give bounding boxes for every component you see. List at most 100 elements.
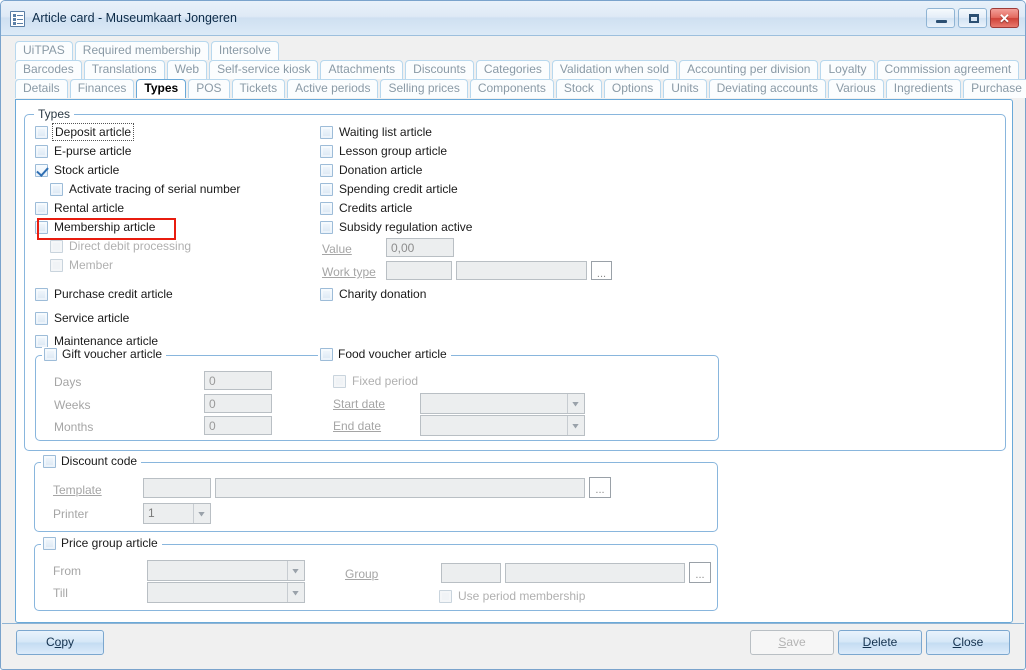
work-type-name-field[interactable] [456, 261, 587, 280]
tab-options[interactable]: Options [604, 79, 661, 98]
checkbox-service-article[interactable]: Service article [35, 311, 129, 325]
checkbox-credits-article[interactable]: Credits article [320, 201, 412, 215]
checkbox-activate-tracing-serial-number[interactable]: Activate tracing of serial number [50, 182, 240, 196]
tab-components[interactable]: Components [470, 79, 554, 98]
tab-uitpas[interactable]: UiTPAS [15, 41, 73, 60]
tab-finances[interactable]: Finances [70, 79, 135, 98]
tab-deviating-accounts[interactable]: Deviating accounts [709, 79, 826, 98]
checkbox-label: E-purse article [54, 144, 131, 158]
checkbox-box[interactable] [35, 335, 48, 348]
start-date-dropdown[interactable] [420, 393, 585, 414]
printer-dropdown[interactable]: 1 [143, 503, 211, 524]
checkbox-waiting-list-article[interactable]: Waiting list article [320, 125, 432, 139]
weeks-field[interactable]: 0 [204, 394, 272, 413]
tab-selling-prices[interactable]: Selling prices [380, 79, 467, 98]
checkbox-subsidy-regulation-active[interactable]: Subsidy regulation active [320, 220, 472, 234]
checkbox-box[interactable] [44, 348, 57, 361]
tab-discounts[interactable]: Discounts [405, 60, 474, 79]
end-date-dropdown[interactable] [420, 415, 585, 436]
minimize-button[interactable] [926, 8, 955, 28]
group-code-field[interactable] [441, 563, 501, 583]
chevron-down-icon[interactable] [287, 583, 304, 602]
tab-intersolve[interactable]: Intersolve [211, 41, 279, 60]
checkbox-box[interactable] [35, 288, 48, 301]
template-browse-button[interactable]: ... [589, 477, 611, 498]
work-type-browse-button[interactable]: ... [591, 261, 612, 280]
tab-purchase[interactable]: Purchase [963, 79, 1026, 98]
tab-types[interactable]: Types [136, 79, 186, 98]
save-button[interactable]: Save [750, 630, 834, 655]
template-name-field[interactable] [215, 478, 585, 498]
chevron-down-icon[interactable] [567, 416, 584, 435]
discount-code-legend[interactable]: Discount code [41, 454, 141, 468]
checkbox-box[interactable] [35, 145, 48, 158]
checkbox-spending-credit-article[interactable]: Spending credit article [320, 182, 458, 196]
checkbox-box[interactable] [35, 221, 48, 234]
tab-commission-agreement[interactable]: Commission agreement [877, 60, 1020, 79]
delete-button[interactable]: Delete [838, 630, 922, 655]
group-name-field[interactable] [505, 563, 685, 583]
chevron-down-icon[interactable] [567, 394, 584, 413]
tab-stock[interactable]: Stock [556, 79, 602, 98]
chevron-down-icon[interactable] [193, 504, 210, 523]
checkbox-box[interactable] [50, 183, 63, 196]
checkbox-box[interactable] [43, 455, 56, 468]
checkbox-box[interactable] [320, 288, 333, 301]
gift-voucher-legend[interactable]: Gift voucher article [42, 347, 166, 361]
tab-units[interactable]: Units [663, 79, 706, 98]
checkbox-box[interactable] [320, 202, 333, 215]
checkbox-box[interactable] [320, 183, 333, 196]
checkbox-deposit-article[interactable]: Deposit article [35, 125, 132, 139]
tab-translations[interactable]: Translations [84, 60, 165, 79]
checkbox-box[interactable] [43, 537, 56, 550]
tab-self-service-kiosk[interactable]: Self-service kiosk [209, 60, 318, 79]
close-window-button[interactable]: ✕ [990, 8, 1019, 28]
tab-loyalty[interactable]: Loyalty [820, 60, 874, 79]
till-dropdown[interactable] [147, 582, 305, 603]
tab-details[interactable]: Details [15, 79, 68, 98]
checkbox-membership-article[interactable]: Membership article [35, 220, 155, 234]
price-group-legend[interactable]: Price group article [41, 536, 162, 550]
tab-required-membership[interactable]: Required membership [75, 41, 209, 60]
checkbox-purchase-credit-article[interactable]: Purchase credit article [35, 287, 173, 301]
work-type-code-field[interactable] [386, 261, 452, 280]
maximize-button[interactable] [958, 8, 987, 28]
checkbox-maintenance-article[interactable]: Maintenance article [35, 334, 158, 348]
tab-active-periods[interactable]: Active periods [287, 79, 378, 98]
tab-categories[interactable]: Categories [476, 60, 550, 79]
checkbox-e-purse-article[interactable]: E-purse article [35, 144, 131, 158]
chevron-down-icon[interactable] [287, 561, 304, 580]
checkbox-lesson-group-article[interactable]: Lesson group article [320, 144, 447, 158]
checkbox-charity-donation[interactable]: Charity donation [320, 287, 426, 301]
checkbox-box[interactable] [35, 202, 48, 215]
template-code-field[interactable] [143, 478, 211, 498]
tab-pos[interactable]: POS [188, 79, 229, 98]
months-field[interactable]: 0 [204, 416, 272, 435]
checkbox-rental-article[interactable]: Rental article [35, 201, 124, 215]
checkbox-box[interactable] [35, 312, 48, 325]
checkbox-box[interactable] [35, 126, 48, 139]
food-voucher-legend[interactable]: Food voucher article [318, 347, 451, 361]
close-button[interactable]: Close [926, 630, 1010, 655]
checkbox-box[interactable] [320, 126, 333, 139]
tab-ingredients[interactable]: Ingredients [886, 79, 961, 98]
tab-tickets[interactable]: Tickets [232, 79, 286, 98]
group-browse-button[interactable]: ... [689, 562, 711, 583]
checkbox-box[interactable] [320, 145, 333, 158]
tab-attachments[interactable]: Attachments [320, 60, 403, 79]
checkbox-stock-article[interactable]: Stock article [35, 163, 119, 177]
checkbox-donation-article[interactable]: Donation article [320, 163, 422, 177]
tab-various[interactable]: Various [828, 79, 884, 98]
tab-accounting-per-division[interactable]: Accounting per division [679, 60, 818, 79]
checkbox-box[interactable] [35, 164, 48, 177]
tab-web[interactable]: Web [167, 60, 207, 79]
tab-validation-when-sold[interactable]: Validation when sold [552, 60, 677, 79]
checkbox-box[interactable] [320, 164, 333, 177]
from-dropdown[interactable] [147, 560, 305, 581]
tab-barcodes[interactable]: Barcodes [15, 60, 82, 79]
copy-button[interactable]: Copy [16, 630, 104, 655]
days-field[interactable]: 0 [204, 371, 272, 390]
value-field[interactable]: 0,00 [386, 238, 454, 257]
checkbox-box[interactable] [320, 221, 333, 234]
checkbox-box[interactable] [320, 348, 333, 361]
